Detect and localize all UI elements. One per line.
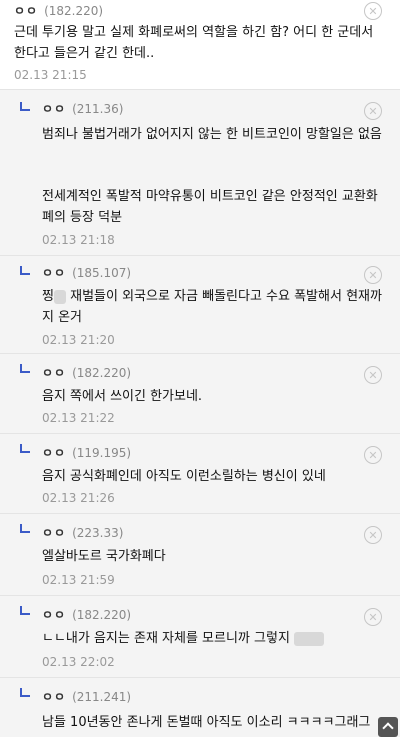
- reply-item: ㅇㅇ (185.107) ✕ 찡 재벌들이 외국으로 자금 빼돌린다고 수요 폭…: [0, 256, 400, 354]
- ip-address: (185.107): [72, 266, 132, 280]
- comment-text: 엘살바도르 국가화폐다: [42, 549, 166, 564]
- reply-item: ㅇㅇ (182.220) ✕ ㄴㄴ내가 음지는 존재 자체를 모르니까 그렇지 …: [0, 596, 400, 678]
- ip-address: (182.220): [44, 4, 104, 18]
- reply-arrow-icon: [20, 266, 30, 275]
- comment-text: 근데 투기용 말고 실제 화폐로써의 역할을 하긴 함? 어디 한 군데서 한다…: [14, 25, 374, 61]
- comment-text-body: 재벌들이 외국으로 자금 빼돌린다고 수요 폭발해서 현재까지 온거: [42, 289, 382, 325]
- comment-date: 02.13 22:02: [42, 655, 115, 669]
- reply-arrow-icon: [20, 102, 30, 111]
- nickname[interactable]: ㅇㅇ: [42, 688, 66, 705]
- reply-item: ㅇㅇ (223.33) ✕ 엘살바도르 국가화폐다 02.13 21:59: [0, 514, 400, 596]
- comment-header: ㅇㅇ (182.220): [14, 2, 103, 18]
- reply-item: ㅇㅇ (182.220) ✕ 음지 쪽에서 쓰이긴 한가보네. 02.13 21…: [0, 354, 400, 434]
- close-circle-icon[interactable]: ✕: [364, 2, 382, 20]
- comment-date: 02.13 21:22: [42, 411, 115, 425]
- close-circle-icon[interactable]: ✕: [364, 526, 382, 544]
- ip-address: (223.33): [72, 526, 124, 540]
- comment-date: 02.13 21:59: [42, 573, 115, 587]
- close-circle-icon[interactable]: ✕: [364, 102, 382, 120]
- comment-text: ㄴㄴ내가 음지는 존재 자체를 모르니까 그렇지: [42, 628, 382, 649]
- comment-item: ㅇㅇ (182.220) ✕ 근데 투기용 말고 실제 화폐로써의 역할을 하긴…: [0, 0, 400, 90]
- comment-text: 음지 공식화폐인데 아직도 이런소릴하는 병신이 있네: [42, 469, 326, 484]
- ip-address: (211.241): [72, 690, 132, 704]
- close-circle-icon[interactable]: ✕: [364, 366, 382, 384]
- nickname[interactable]: ㅇㅇ: [42, 606, 66, 623]
- comment-date: 02.13 21:26: [42, 491, 115, 505]
- reply-item: ㅇㅇ (119.195) ✕ 음지 공식화폐인데 아직도 이런소릴하는 병신이 …: [0, 434, 400, 514]
- ip-address: (119.195): [72, 446, 132, 460]
- reply-arrow-icon: [20, 688, 30, 697]
- reply-arrow-icon: [20, 364, 30, 373]
- ip-address: (182.220): [72, 608, 132, 622]
- comment-text: 전세계적인 폭발적 마약유통이 비트코인 같은 안정적인 교환화폐의 등장 덕분: [42, 189, 378, 225]
- nickname[interactable]: ㅇㅇ: [42, 524, 66, 541]
- scroll-top-icon[interactable]: [378, 717, 398, 737]
- reply-arrow-icon: [20, 606, 30, 615]
- nickname[interactable]: ㅇㅇ: [42, 364, 66, 381]
- nickname[interactable]: ㅇㅇ: [42, 100, 66, 117]
- nickname[interactable]: ㅇㅇ: [42, 264, 66, 281]
- comment-text-prefix: 찡: [42, 289, 54, 304]
- reply-item: ㅇㅇ (211.36) ✕ 범죄나 불법거래가 없어지지 않는 한 비트코인이 …: [0, 90, 400, 256]
- ip-address: (182.220): [72, 366, 132, 380]
- comment-text: 남들 10년동안 존나게 돈벌때 아직도 이소리 ㅋㅋㅋㅋ그래그: [42, 715, 371, 730]
- comment-text-body: ㄴㄴ내가 음지는 존재 자체를 모르니까 그렇지: [42, 631, 290, 646]
- blurred-text: [53, 289, 66, 304]
- comment-text: 범죄나 불법거래가 없어지지 않는 한 비트코인이 망할일은 없음: [42, 127, 382, 142]
- close-circle-icon[interactable]: ✕: [364, 608, 382, 626]
- nickname[interactable]: ㅇㅇ: [14, 2, 38, 19]
- close-circle-icon[interactable]: ✕: [364, 446, 382, 464]
- nickname[interactable]: ㅇㅇ: [42, 444, 66, 461]
- ip-address: (211.36): [72, 102, 124, 116]
- comment-text: 찡 재벌들이 외국으로 자금 빼돌린다고 수요 폭발해서 현재까지 온거: [42, 286, 382, 328]
- close-circle-icon[interactable]: ✕: [364, 266, 382, 284]
- comment-text: 음지 쪽에서 쓰이긴 한가보네.: [42, 389, 203, 404]
- blurred-text: [294, 631, 325, 646]
- comment-date: 02.13 21:20: [42, 333, 115, 347]
- reply-arrow-icon: [20, 444, 30, 453]
- comment-date: 02.13 21:15: [14, 68, 87, 82]
- reply-arrow-icon: [20, 524, 30, 533]
- comment-date: 02.13 21:18: [42, 233, 115, 247]
- reply-item: ㅇㅇ (211.241) 남들 10년동안 존나게 돈벌때 아직도 이소리 ㅋㅋ…: [0, 678, 400, 737]
